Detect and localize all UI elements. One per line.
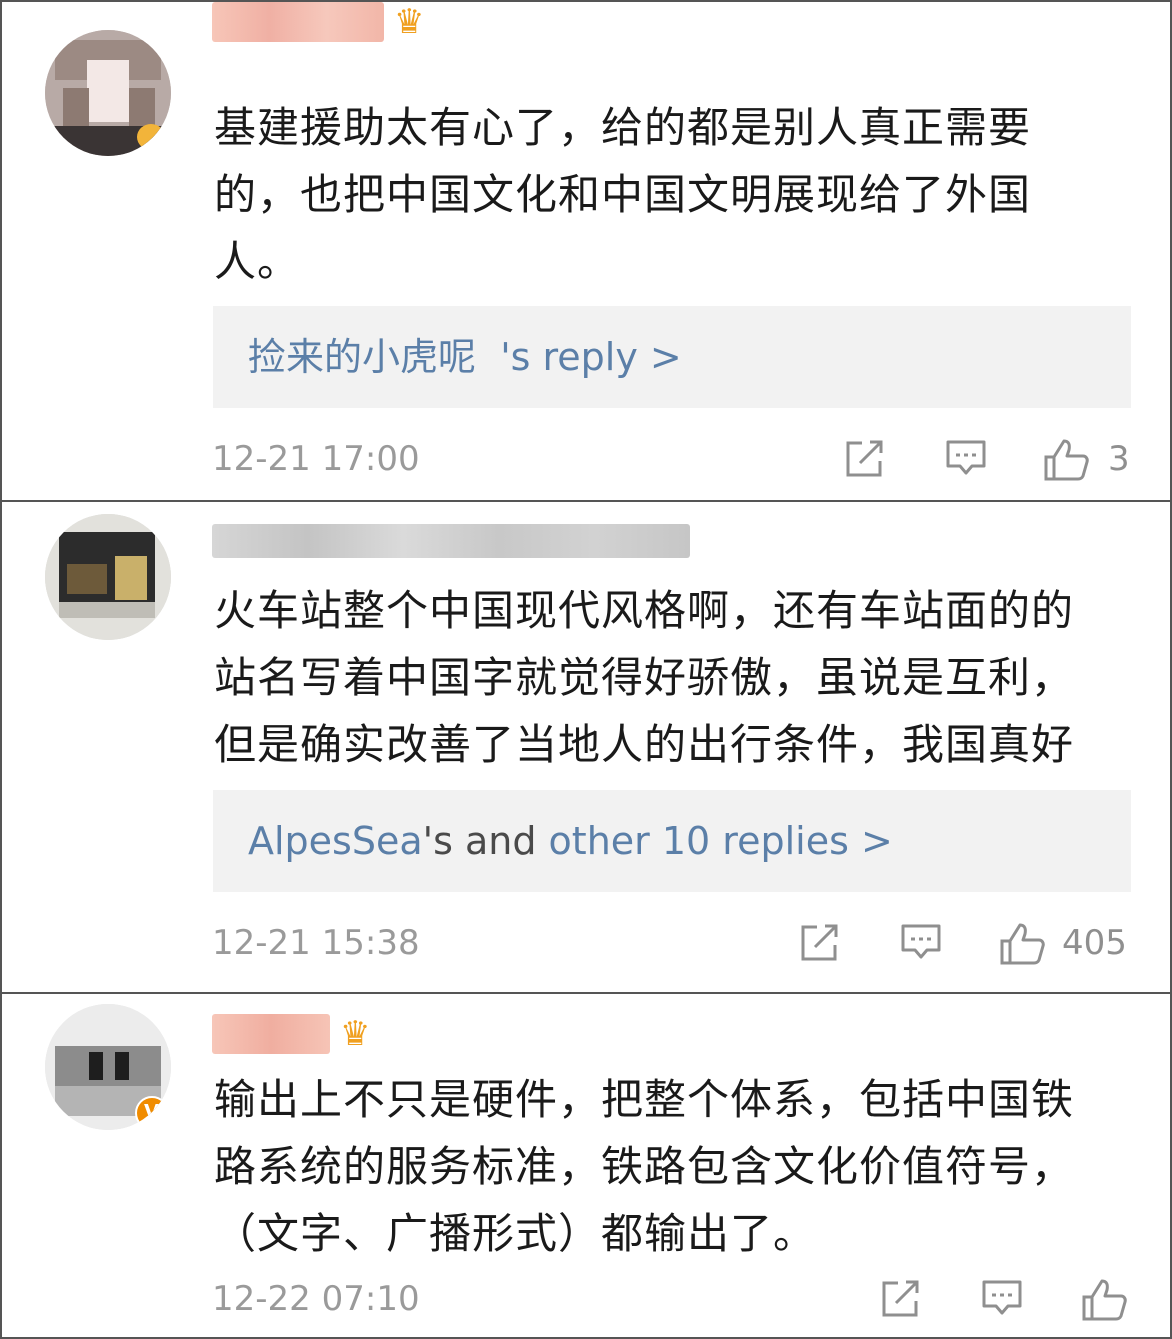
reply-author[interactable]: AlpesSea	[248, 819, 423, 863]
timestamp: 12-22 07:10	[212, 1279, 420, 1319]
comment-icon	[982, 1280, 1022, 1315]
reply-preview[interactable]: 捡来的小虎呢 's reply >	[213, 306, 1131, 408]
like-count: 3	[1108, 439, 1130, 479]
share-button[interactable]	[797, 918, 843, 968]
comment-meta: 12-21 17:00 3	[212, 434, 1130, 484]
share-button[interactable]	[878, 1274, 924, 1324]
avatar[interactable]	[45, 30, 171, 156]
share-icon	[801, 924, 838, 961]
timestamp: 12-21 17:00	[212, 439, 420, 479]
share-button[interactable]	[842, 434, 888, 484]
reply-connector: 's and	[422, 819, 549, 863]
comment-text: 输出上不只是硬件，把整个体系，包括中国铁 路系统的服务标准，铁路包含文化价值符号…	[214, 1075, 1075, 1258]
reply-link[interactable]: 's reply >	[500, 335, 682, 379]
like-icon	[1000, 923, 1045, 965]
comment-text: 火车站整个中国现代风格啊，还有车站面的的 站名写着中国字就觉得好骄傲，虽说是互利…	[214, 586, 1075, 769]
like-button[interactable]	[1080, 1274, 1130, 1324]
reply-button[interactable]	[899, 918, 945, 968]
avatar[interactable]	[45, 514, 171, 640]
reply-button[interactable]	[980, 1274, 1026, 1324]
like-button[interactable]: 405	[998, 918, 1130, 968]
crown-badge-icon: ♛	[340, 1014, 371, 1054]
comment-icon	[946, 440, 986, 475]
like-count: 405	[1062, 923, 1127, 963]
reply-preview[interactable]: AlpesSea's and other 10 replies >	[213, 790, 1131, 892]
comment-item: 火车站整个中国现代风格啊，还有车站面的的 站名写着中国字就觉得好骄傲，虽说是互利…	[2, 502, 1170, 994]
crown-badge-icon: ♛	[394, 2, 425, 42]
comment-item: V ♛ 输出上不只是硬件，把整个体系，包括中国铁 路系统的服务标准，铁路包含文化…	[2, 994, 1170, 1339]
timestamp: 12-21 15:38	[212, 923, 420, 963]
like-button[interactable]: 3	[1042, 434, 1130, 484]
comment-feed: ♛ 基建援助太有心了，给的都是别人真正需要 的，也把中国文化和中国文明展现给了外…	[0, 0, 1172, 1339]
like-icon	[1044, 439, 1089, 481]
like-icon	[1082, 1279, 1127, 1321]
reply-button[interactable]	[944, 434, 990, 484]
share-icon	[882, 1280, 919, 1317]
reply-author[interactable]: 捡来的小虎呢	[248, 335, 476, 379]
avatar[interactable]: V	[45, 1004, 171, 1130]
more-replies-link[interactable]: other 10 replies >	[549, 819, 893, 863]
verified-badge-icon: V	[144, 1100, 160, 1124]
comment-item: ♛ 基建援助太有心了，给的都是别人真正需要 的，也把中国文化和中国文明展现给了外…	[2, 2, 1170, 502]
comment-icon	[901, 924, 941, 959]
comment-meta: 12-22 07:10	[212, 1274, 1130, 1324]
comment-meta: 12-21 15:38 405	[212, 918, 1130, 968]
comment-text: 基建援助太有心了，给的都是别人真正需要 的，也把中国文化和中国文明展现给了外国 …	[214, 103, 1032, 286]
share-icon	[846, 440, 883, 477]
